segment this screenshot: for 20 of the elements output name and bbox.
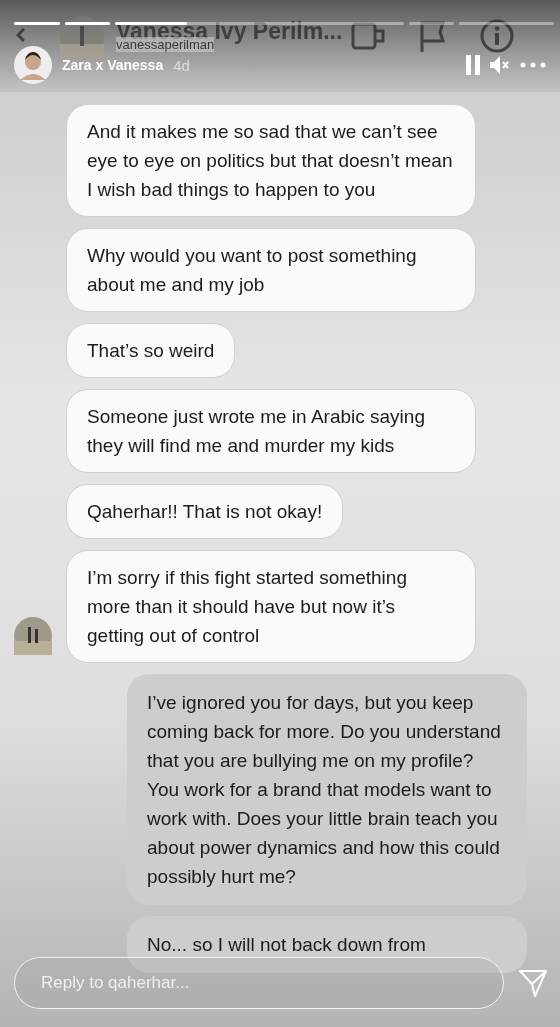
- profile-avatar[interactable]: [14, 46, 52, 84]
- pause-icon[interactable]: [466, 55, 480, 75]
- more-icon[interactable]: [520, 62, 546, 68]
- message-bubble: I’ve ignored you for days, but you keep coming back for more. Do you understand that you are bullying me on my profile? You work for a brand that models want to work with. Does your little brain teach you about power dynamics and how this could possibly hurt me?: [127, 674, 527, 905]
- message-bubble: Qaherhar!! That is not okay!: [66, 484, 344, 539]
- back-icon[interactable]: [16, 28, 25, 42]
- flag-icon[interactable]: [419, 20, 445, 52]
- video-camera-icon[interactable]: [351, 22, 386, 50]
- message-bubble: That’s so weird: [66, 323, 236, 378]
- reply-field[interactable]: Reply to qaherhar...: [14, 957, 504, 1009]
- message-bubble: No... so I will not back down from: [127, 916, 527, 973]
- message-bubble: I’m sorry if this fight started something more than it should have but now it’s getting out of control: [66, 550, 476, 663]
- send-icon[interactable]: [518, 968, 548, 998]
- story-title: Zara x Vanessa: [62, 57, 164, 73]
- mute-icon[interactable]: [490, 55, 510, 75]
- info-icon[interactable]: [480, 19, 514, 53]
- message-bubble: And it makes me so sad that we can’t see eye to eye on politics but that doesn’t mean I wish bad things to happen to you: [66, 104, 476, 217]
- message-bubble: Why would you want to post something about me and my job: [66, 228, 476, 312]
- message-bubble: Someone just wrote me in Arabic saying they will find me and murder my kids: [66, 389, 476, 473]
- avatar: [60, 16, 104, 60]
